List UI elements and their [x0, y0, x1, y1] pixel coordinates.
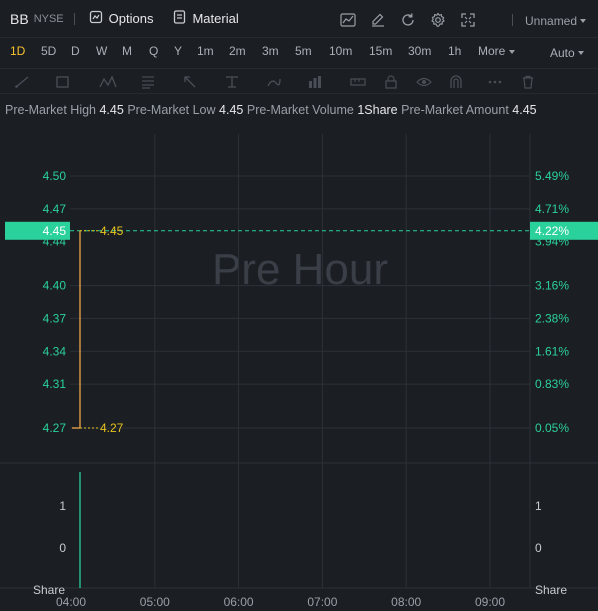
pct-tick-label: 0.83% — [535, 377, 569, 391]
volume-unit-label: Share — [535, 583, 567, 597]
pct-tick-label: 4.71% — [535, 202, 569, 216]
pct-tick-label: 5.49% — [535, 169, 569, 183]
volume-y-tick: 0 — [535, 541, 542, 555]
pct-tick-label: 3.16% — [535, 279, 569, 293]
y-tick-label: 4.37 — [43, 311, 67, 325]
volume-y-tick: 0 — [59, 541, 66, 555]
y-tick-label: 4.50 — [43, 169, 67, 183]
y-tick-label: 4.40 — [43, 279, 67, 293]
y-tick-label: 4.31 — [43, 377, 67, 391]
pct-tick-label: 2.38% — [535, 311, 569, 325]
x-tick-label: 06:00 — [224, 595, 254, 609]
price-chart[interactable]: Pre Hour4.50 5.49%4.47 4.71%4.44 3.94%4.40 3… — [0, 0, 598, 611]
x-tick-label: 08:00 — [391, 595, 421, 609]
y-tick-label: 4.34 — [43, 344, 67, 358]
x-tick-label: 07:00 — [307, 595, 337, 609]
y-tick-label: 4.47 — [43, 202, 67, 216]
annotation-label: 4.45 — [100, 224, 124, 238]
pct-tick-label: 1.61% — [535, 344, 569, 358]
volume-y-tick: 1 — [59, 499, 66, 513]
volume-y-tick: 1 — [535, 499, 542, 513]
pct-tick-label: 0.05% — [535, 421, 569, 435]
y-tick-label: 4.27 — [43, 421, 67, 435]
x-tick-label: 09:00 — [475, 595, 505, 609]
current-price-label: 4.45 — [43, 224, 67, 238]
x-tick-label: 05:00 — [140, 595, 170, 609]
x-tick-label: 04:00 — [56, 595, 86, 609]
current-pct-label: 4.22% — [535, 224, 569, 238]
annotation-label: 4.27 — [100, 421, 124, 435]
